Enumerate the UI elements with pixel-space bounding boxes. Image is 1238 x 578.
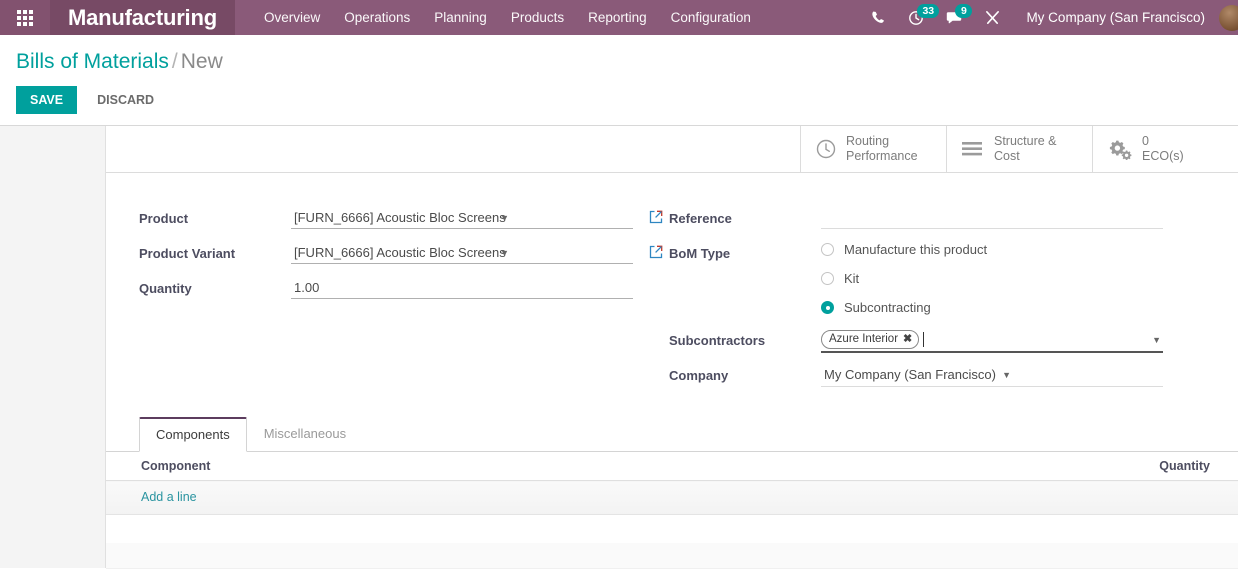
radio-circle-icon <box>821 243 834 256</box>
systray: 33 9 My Company (San Francisco) <box>860 0 1238 35</box>
stat-button-label: Routing Performance <box>846 134 918 164</box>
gears-icon <box>1107 138 1133 160</box>
tag-label: Azure Interior <box>829 333 899 345</box>
stat-line1: Structure & <box>994 134 1057 148</box>
add-a-line-row[interactable]: Add a line <box>106 480 1238 515</box>
main-menu: Overview Operations Planning Products Re… <box>252 0 763 35</box>
menu-item-overview[interactable]: Overview <box>252 0 332 35</box>
stat-line2: Performance <box>846 149 918 163</box>
field-label-reference: Reference <box>669 211 732 226</box>
menu-item-planning[interactable]: Planning <box>422 0 499 35</box>
quantity-input[interactable] <box>291 277 633 299</box>
company-switcher[interactable]: My Company (San Francisco) <box>1012 0 1215 35</box>
control-panel: Bills of Materials / New SAVE DISCARD <box>0 35 1238 125</box>
product-variant-input[interactable] <box>291 242 633 264</box>
notebook: Components Miscellaneous Component Quant… <box>106 417 1238 569</box>
apps-menu-button[interactable] <box>0 0 50 35</box>
stat-line1: Routing <box>846 134 890 148</box>
field-subcontractors: Subcontractors Azure Interior ✖ ▼ <box>669 329 1169 356</box>
reference-input[interactable] <box>821 207 1163 229</box>
menu-item-reporting[interactable]: Reporting <box>576 0 659 35</box>
chevron-down-icon[interactable]: ▼ <box>1152 335 1161 345</box>
add-a-line-link[interactable]: Add a line <box>141 490 197 504</box>
app-brand-manufacturing[interactable]: Manufacturing <box>50 0 235 35</box>
list-bars-icon <box>961 139 985 159</box>
column-header-quantity: Quantity <box>647 452 1238 481</box>
form-column-right: Reference BoM Type Manufacture this prod… <box>669 207 1169 399</box>
field-label-product-variant: Product Variant <box>139 246 236 261</box>
user-avatar[interactable] <box>1219 4 1238 31</box>
tab-miscellaneous[interactable]: Miscellaneous <box>247 417 363 451</box>
apps-grid-icon <box>17 9 33 26</box>
record-action-buttons: SAVE DISCARD <box>16 86 1238 125</box>
notebook-tabs: Components Miscellaneous <box>106 417 1238 452</box>
bom-type-radio-group: Manufacture this product Kit Subcontract… <box>821 242 1169 315</box>
field-label-bom-type: BoM Type <box>669 246 731 261</box>
stat-button-ecos[interactable]: 0 ECO(s) <box>1092 126 1238 172</box>
radio-circle-selected-icon <box>821 301 834 314</box>
components-list: Component Quantity Add a line <box>106 452 1238 515</box>
radio-label: Subcontracting <box>844 300 931 315</box>
field-label-product: Product <box>139 211 189 226</box>
field-product: Product ▼ <box>139 207 669 234</box>
subcontractors-tag-input[interactable]: Azure Interior ✖ ▼ <box>821 329 1163 353</box>
activities-button[interactable]: 33 <box>897 0 940 35</box>
column-header-component: Component <box>106 452 648 481</box>
radio-circle-icon <box>821 272 834 285</box>
field-reference: Reference <box>669 207 1169 234</box>
field-label-subcontractors: Subcontractors <box>669 333 766 348</box>
radio-kit[interactable]: Kit <box>821 271 1169 286</box>
form-column-left: Product ▼ Product <box>139 207 669 399</box>
field-label-company: Company <box>669 368 729 383</box>
company-select[interactable]: My Company (San Francisco) <box>821 364 1163 387</box>
radio-manufacture-this-product[interactable]: Manufacture this product <box>821 242 1169 257</box>
product-variant-external-link-icon[interactable] <box>649 245 663 259</box>
stat-line1: 0 <box>1142 134 1149 148</box>
messages-button[interactable]: 9 <box>935 0 973 35</box>
radio-label: Manufacture this product <box>844 242 988 257</box>
save-button[interactable]: SAVE <box>16 86 78 114</box>
breadcrumb-separator: / <box>171 50 178 73</box>
table-header-row: Component Quantity <box>106 452 1238 481</box>
stat-button-label: 0 ECO(s) <box>1142 134 1184 164</box>
tag-azure-interior[interactable]: Azure Interior ✖ <box>821 330 920 349</box>
breadcrumb-bills-of-materials[interactable]: Bills of Materials <box>16 50 169 73</box>
stat-line2: Cost <box>994 149 1020 163</box>
tag-remove-icon[interactable]: ✖ <box>903 331 912 347</box>
clock-icon <box>815 138 837 160</box>
list-filler-bottom <box>106 543 1238 569</box>
menu-item-products[interactable]: Products <box>499 0 576 35</box>
breadcrumb-current: New <box>180 50 223 73</box>
stat-button-label: Structure & Cost <box>994 134 1057 164</box>
menu-item-configuration[interactable]: Configuration <box>659 0 763 35</box>
field-company: Company My Company (San Francisco) ▼ <box>669 364 1169 391</box>
developer-tools-button[interactable] <box>973 0 1012 35</box>
top-navbar: Manufacturing Overview Operations Planni… <box>0 0 1238 35</box>
discard-button[interactable]: DISCARD <box>83 86 168 114</box>
list-filler <box>106 515 1238 543</box>
stat-button-routing-performance[interactable]: Routing Performance <box>800 126 946 172</box>
radio-label: Kit <box>844 271 860 286</box>
messages-count-badge: 9 <box>955 4 973 18</box>
breadcrumb: Bills of Materials / New <box>16 49 1238 75</box>
stat-button-box: Routing Performance Structure & Cost 0 E… <box>106 126 1238 173</box>
form-sheet: Routing Performance Structure & Cost 0 E… <box>105 126 1238 569</box>
stat-line2: ECO(s) <box>1142 149 1184 163</box>
tab-components[interactable]: Components <box>139 417 247 452</box>
radio-subcontracting[interactable]: Subcontracting <box>821 300 1169 315</box>
field-product-variant: Product Variant ▼ <box>139 242 669 269</box>
stat-button-structure-cost[interactable]: Structure & Cost <box>946 126 1092 172</box>
phone-button[interactable] <box>860 0 897 35</box>
product-external-link-icon[interactable] <box>649 210 663 224</box>
tools-wrench-icon <box>986 11 1000 24</box>
form-fields: Product ▼ Product <box>106 173 1238 399</box>
field-quantity: Quantity <box>139 277 669 304</box>
field-bom-type: BoM Type Manufacture this product Kit Su… <box>669 242 1169 315</box>
phone-icon <box>872 11 885 23</box>
field-label-quantity: Quantity <box>139 281 192 296</box>
text-cursor <box>923 332 925 347</box>
product-input[interactable] <box>291 207 633 229</box>
form-view-container: Routing Performance Structure & Cost 0 E… <box>0 126 1238 569</box>
menu-item-operations[interactable]: Operations <box>332 0 422 35</box>
